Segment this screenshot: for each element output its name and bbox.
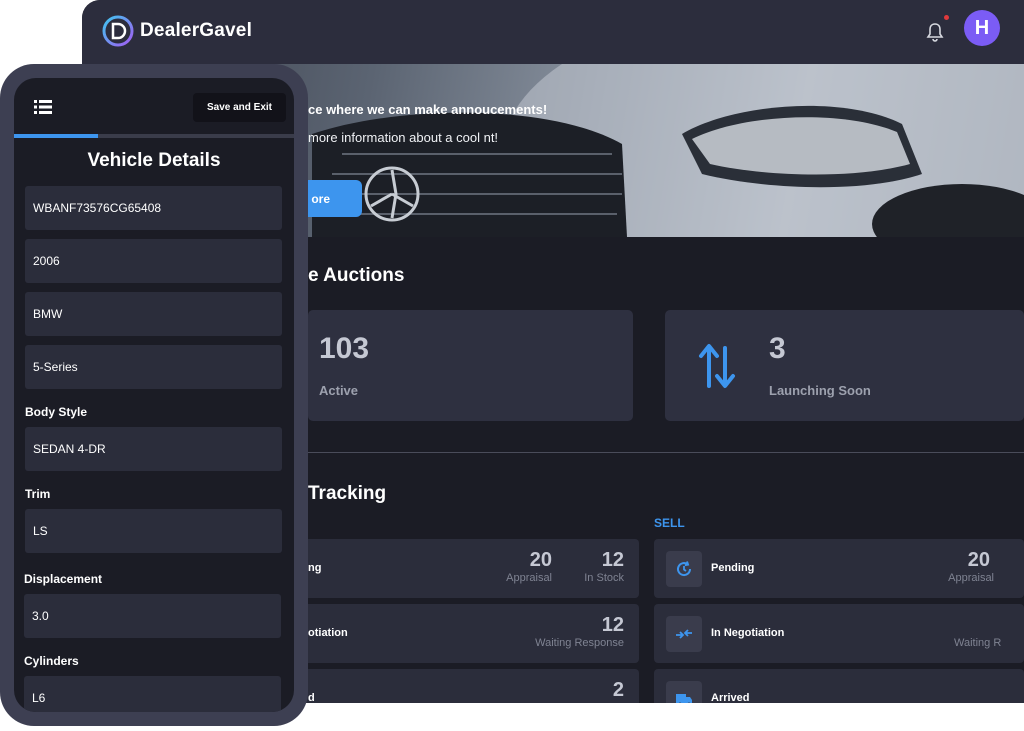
sell-waiting-label: Waiting R [954, 637, 1002, 649]
buy-pending-row[interactable]: ng 20 Appraisal 12 In Stock [262, 539, 639, 598]
active-count: 103 [319, 332, 370, 365]
body-style-field[interactable]: SEDAN 4-DR [25, 427, 282, 471]
auctions-section-title: e Auctions [308, 265, 405, 286]
sell-arrived-label: Arrived [711, 692, 750, 703]
sell-pending-row[interactable]: Pending 20 Appraisal [654, 539, 1024, 598]
displacement-field[interactable]: 3.0 [24, 594, 281, 638]
sell-appraisal-count: 20 [967, 549, 990, 571]
appraisal-label: Appraisal [506, 572, 552, 584]
truck-icon [666, 681, 702, 703]
sell-column-label: SELL [654, 516, 685, 530]
buy-pending-label: ng [308, 562, 322, 574]
swap-arrows-icon [699, 344, 735, 388]
dealergavel-logo-icon [102, 15, 134, 47]
launching-soon-label: Launching Soon [769, 383, 871, 398]
waiting-response-count: 12 [601, 614, 624, 636]
arrived-count: 2 [612, 679, 624, 701]
waiting-response-label: Waiting Response [535, 637, 624, 649]
announcement-title: ce where we can make annoucements! [308, 102, 548, 117]
trim-field[interactable]: LS [25, 509, 282, 553]
launching-soon-count: 3 [769, 332, 786, 365]
launching-soon-card[interactable]: 3 Launching Soon [665, 310, 1024, 421]
announcement-subtitle: more information about a cool nt! [308, 130, 499, 145]
make-field[interactable]: BMW [25, 292, 282, 336]
sell-negotiation-row[interactable]: In Negotiation Waiting R [654, 604, 1024, 663]
negotiation-icon [666, 616, 702, 652]
buy-negotiation-row[interactable]: otiation 12 Waiting Response [262, 604, 639, 663]
form-progress-fill [14, 134, 98, 138]
pending-icon [666, 551, 702, 587]
user-avatar[interactable]: H [964, 10, 1000, 46]
vehicle-details-title: Vehicle Details [87, 150, 221, 171]
appraisal-count: 20 [529, 549, 552, 571]
phone-screen: Save and Exit Vehicle Details WBANF73576… [14, 78, 294, 712]
notification-dot [944, 15, 949, 20]
body-style-label: Body Style [25, 405, 88, 419]
app-logo-text[interactable]: DealerGavel [140, 20, 252, 42]
vin-field[interactable]: WBANF73576CG65408 [25, 186, 282, 230]
in-stock-label: In Stock [584, 572, 624, 584]
trim-label: Trim [25, 487, 51, 501]
tracking-section-title: Tracking [308, 483, 387, 504]
sell-pending-label: Pending [711, 562, 755, 574]
buy-arrived-row[interactable]: d 2 [262, 669, 639, 703]
form-progress-bar [14, 134, 294, 138]
in-stock-count: 12 [601, 549, 624, 571]
displacement-label: Displacement [24, 572, 103, 586]
sell-arrived-row[interactable]: Arrived [654, 669, 1024, 703]
year-field[interactable]: 2006 [25, 239, 282, 283]
sell-negotiation-label: In Negotiation [711, 627, 785, 639]
list-icon[interactable] [34, 100, 52, 114]
cylinders-field[interactable]: L6 [24, 676, 281, 712]
active-label: Active [319, 383, 359, 398]
save-and-exit-button[interactable]: Save and Exit [193, 93, 286, 122]
buy-arrived-label: d [308, 692, 315, 703]
top-navigation-bar: DealerGavel H [82, 0, 1024, 64]
sell-appraisal-label: Appraisal [948, 572, 994, 584]
model-field[interactable]: 5-Series [25, 345, 282, 389]
buy-negotiation-label: otiation [308, 627, 348, 639]
section-divider [308, 452, 1024, 453]
active-auctions-card[interactable]: 103 Active [308, 310, 633, 421]
cylinders-label: Cylinders [24, 654, 79, 668]
bell-icon[interactable] [926, 22, 944, 42]
phone-mockup: Save and Exit Vehicle Details WBANF73576… [0, 64, 308, 726]
